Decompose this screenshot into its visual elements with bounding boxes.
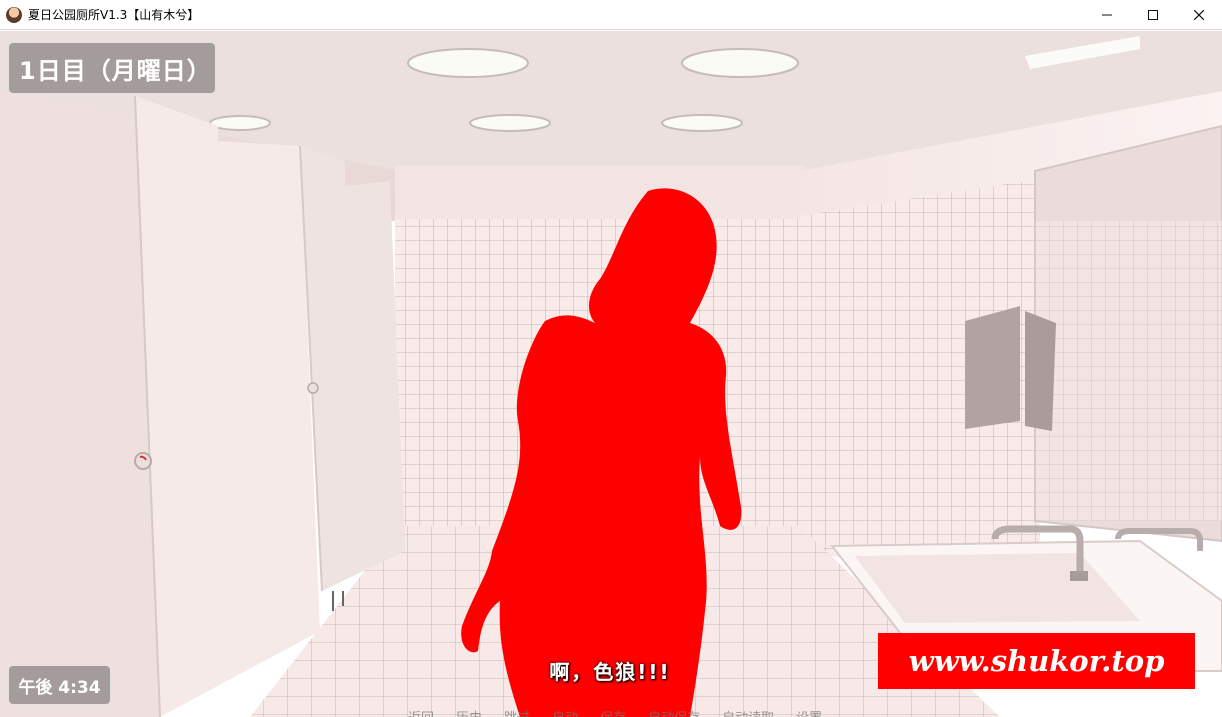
minimize-icon bbox=[1102, 14, 1112, 16]
menu-auto-button[interactable]: 自动 bbox=[552, 707, 578, 717]
watermark-banner: www.shukor.top bbox=[878, 633, 1195, 689]
dialogue-text: 啊，色狼!!! bbox=[549, 660, 671, 684]
restroom-background bbox=[0, 31, 1222, 717]
menu-history-button[interactable]: 历史 bbox=[456, 707, 482, 717]
menu-skip-button[interactable]: 跳过 bbox=[504, 707, 530, 717]
menu-back-button[interactable]: 返回 bbox=[408, 707, 434, 717]
close-button[interactable] bbox=[1176, 0, 1222, 30]
game-scene[interactable]: 1日目（月曜日） 午後 4:34 啊，色狼!!! 返回 历史 跳过 自动 保存 … bbox=[0, 31, 1222, 717]
window-controls bbox=[1084, 0, 1222, 30]
maximize-icon bbox=[1148, 10, 1158, 20]
menu-quicksave-button[interactable]: 自动保存 bbox=[648, 707, 700, 717]
time-indicator: 午後 4:34 bbox=[8, 665, 111, 705]
menu-save-button[interactable]: 保存 bbox=[600, 707, 626, 717]
minimize-button[interactable] bbox=[1084, 0, 1130, 30]
day-indicator: 1日目（月曜日） bbox=[8, 42, 216, 94]
portrait-app-icon bbox=[6, 6, 22, 23]
menu-settings-button[interactable]: 设置 bbox=[796, 707, 822, 717]
close-icon bbox=[1194, 10, 1204, 20]
window-title: 夏日公园厕所V1.3【山有木兮】 bbox=[28, 8, 200, 22]
window-titlebar: 夏日公园厕所V1.3【山有木兮】 bbox=[0, 0, 1222, 30]
quick-menu: 返回 历史 跳过 自动 保存 自动保存 自动读取 设置 bbox=[408, 707, 822, 717]
maximize-button[interactable] bbox=[1130, 0, 1176, 30]
menu-quickload-button[interactable]: 自动读取 bbox=[722, 707, 774, 717]
